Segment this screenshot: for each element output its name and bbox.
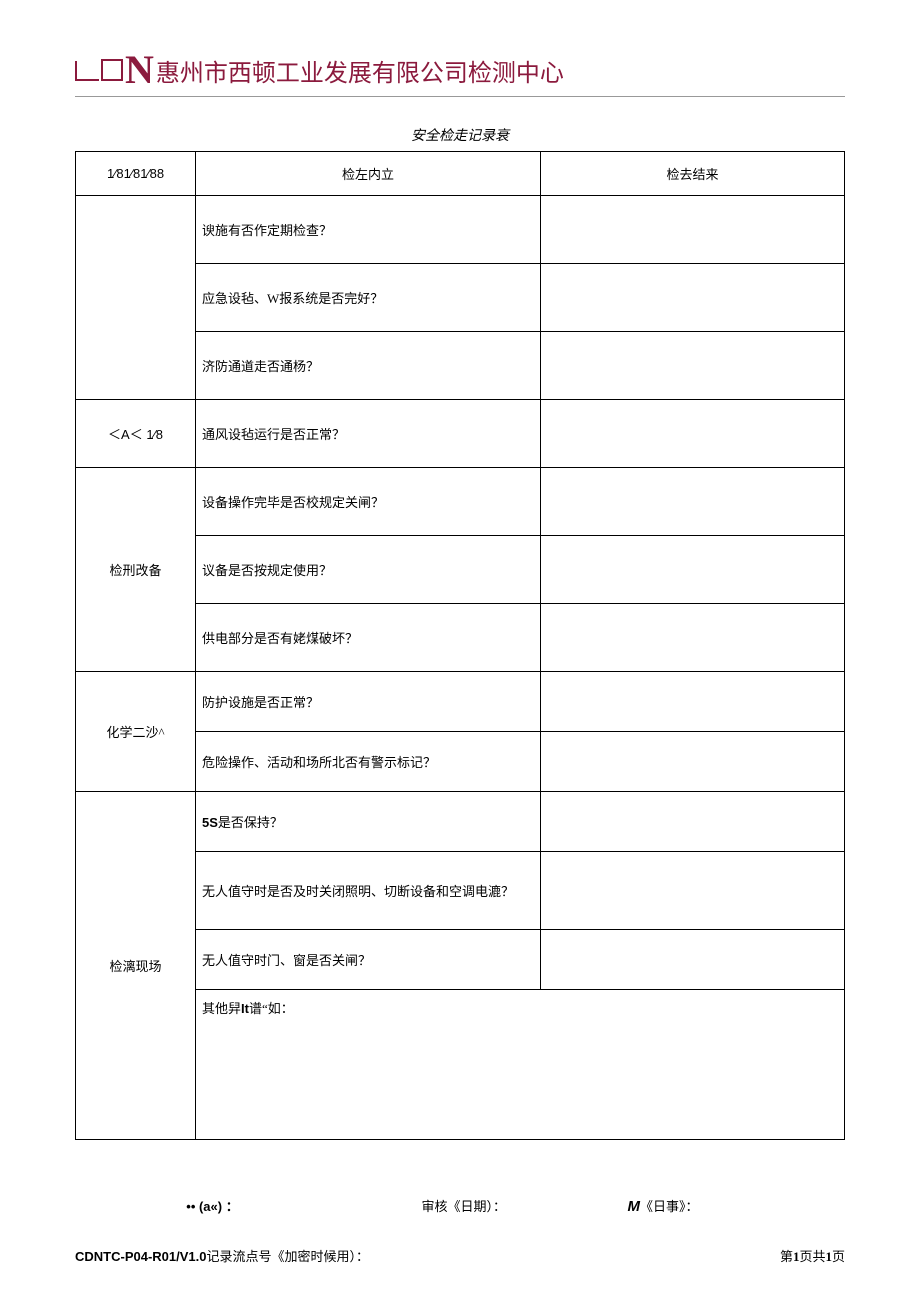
result-cell	[541, 400, 845, 468]
result-cell	[541, 468, 845, 536]
page-mid: 页共	[799, 1249, 825, 1264]
footer-right: 第1页共1页	[780, 1246, 845, 1265]
inspection-table: 1⁄81⁄81⁄88 检左内立 检去结来 谀施有否作定期检查？ 应急设毡、W报系…	[75, 151, 845, 1140]
footer-left: CDNTC-P04-R01/V1.0记录流点号《加密时候用）：	[75, 1246, 369, 1265]
page-container: N 惠州市西顿工业发展有限公司检测中心 安全检走记录衰 1⁄81⁄81⁄88 检…	[0, 0, 920, 1215]
signature-1: •• (a«) ：	[85, 1196, 340, 1215]
company-name: 惠州市西顿工业发展有限公司检测中心	[156, 53, 564, 88]
item-cell: 无人值守时是否及时关闭照明、切断设备和空调电漉？	[196, 852, 541, 930]
table-header-row: 1⁄81⁄81⁄88 检左内立 检去结来	[76, 152, 845, 196]
signature-row: •• (a«) ： 审核《日期）： M《日事》：	[75, 1196, 845, 1215]
result-cell	[541, 672, 845, 732]
item-cell: 防护设施是否正常？	[196, 672, 541, 732]
item-cell: 应急设毡、W报系统是否完好？	[196, 264, 541, 332]
signature-3: M《日事》：	[588, 1196, 836, 1215]
page-suffix: 页	[832, 1249, 845, 1264]
doc-code-rest: 记录流点号《加密时候用）：	[207, 1249, 370, 1264]
item-cell: 济防通道走否通杨？	[196, 332, 541, 400]
signature-3-rest: 《日事》：	[640, 1199, 699, 1214]
item-cell: 供电部分是否有姥煤破坏？	[196, 604, 541, 672]
doc-code: CDNTC-P04-R01/V1.0	[75, 1249, 207, 1264]
table-row: 化学二沙^ 防护设施是否正常？	[76, 672, 845, 732]
logo-letter: N	[125, 50, 154, 90]
item-cell: 其他舁It谱“如：	[196, 990, 845, 1140]
table-row: 检漓现场 5S是否保持？	[76, 792, 845, 852]
document-title: 安全检走记录衰	[75, 125, 845, 145]
item-cell: 议备是否按规定使用？	[196, 536, 541, 604]
table-row: ＜A＜ 1⁄8 通风设毡运行是否正常？	[76, 400, 845, 468]
page-prefix: 第	[780, 1249, 793, 1264]
result-cell	[541, 196, 845, 264]
signature-2: 审核《日期）：	[340, 1196, 588, 1215]
signature-3-prefix: M	[628, 1198, 641, 1215]
header: N 惠州市西顿工业发展有限公司检测中心	[75, 50, 845, 97]
category-cell: ＜A＜ 1⁄8	[76, 400, 196, 468]
header-result: 检去结来	[541, 152, 845, 196]
result-cell	[541, 930, 845, 990]
item-cell: 谀施有否作定期检查？	[196, 196, 541, 264]
result-cell	[541, 732, 845, 792]
result-cell	[541, 536, 845, 604]
category-cell: 检漓现场	[76, 792, 196, 1140]
item-text: 是否保持？	[218, 815, 283, 830]
item-cell: 5S是否保持？	[196, 792, 541, 852]
result-cell	[541, 852, 845, 930]
result-cell	[541, 332, 845, 400]
item-cell: 通风设毡运行是否正常？	[196, 400, 541, 468]
header-category: 1⁄81⁄81⁄88	[76, 152, 196, 196]
logo-shape-1	[75, 61, 99, 81]
logo-shape-2	[101, 59, 123, 81]
category-cell: 化学二沙^	[76, 672, 196, 792]
table-row: 检刑改备 设备操作完毕是否校规定关闸？	[76, 468, 845, 536]
footer: CDNTC-P04-R01/V1.0记录流点号《加密时候用）： 第1页共1页	[75, 1246, 845, 1265]
result-cell	[541, 604, 845, 672]
category-cell: 检刑改备	[76, 468, 196, 672]
item-cell: 危险操作、活动和场所北否有警示标记？	[196, 732, 541, 792]
category-cell	[76, 196, 196, 400]
item-cell: 设备操作完毕是否校规定关闸？	[196, 468, 541, 536]
header-content: 检左内立	[196, 152, 541, 196]
table-row: 谀施有否作定期检查？	[76, 196, 845, 264]
item-cell: 无人值守时门、窗是否关闸？	[196, 930, 541, 990]
result-cell	[541, 792, 845, 852]
logo: N	[75, 50, 154, 90]
result-cell	[541, 264, 845, 332]
